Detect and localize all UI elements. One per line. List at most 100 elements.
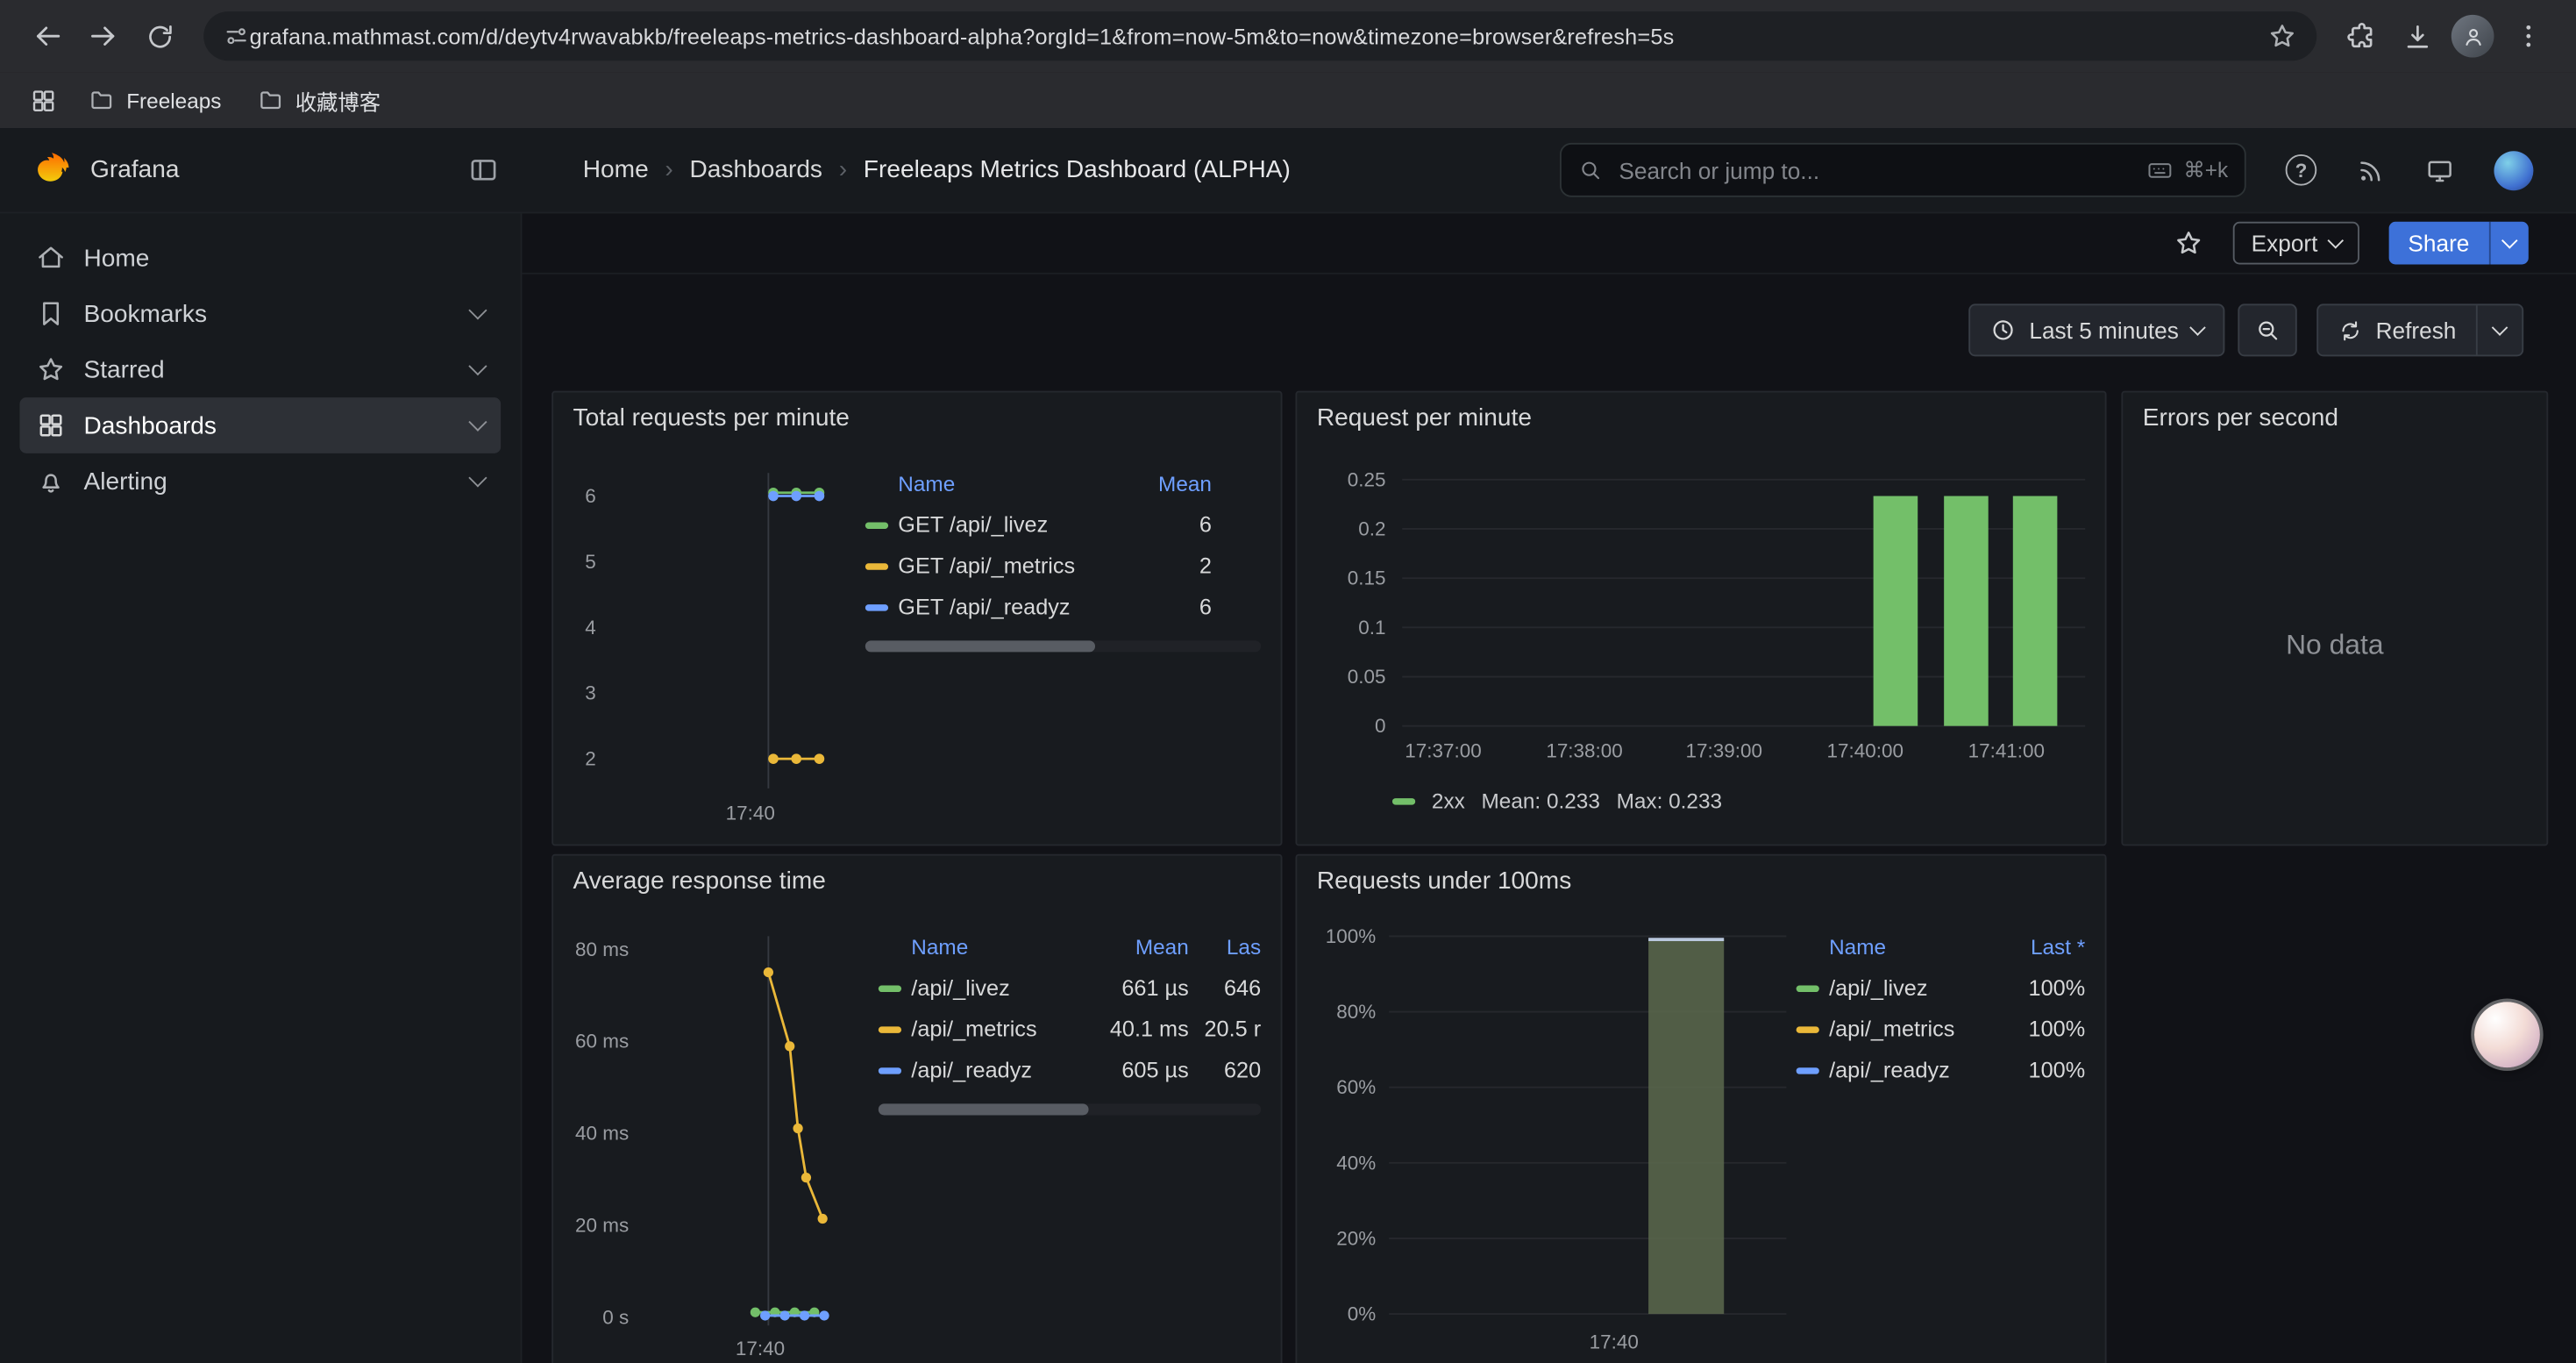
chevron-down-icon[interactable]: [468, 413, 487, 432]
refresh-interval-caret[interactable]: [2476, 305, 2522, 354]
back-button[interactable]: [19, 8, 75, 64]
sidebar-item-starred[interactable]: Starred: [19, 342, 501, 398]
sidebar-item-bookmarks[interactable]: Bookmarks: [19, 286, 501, 342]
news-icon[interactable]: [2356, 155, 2386, 185]
panel-title[interactable]: Average response time: [553, 856, 1281, 901]
breadcrumb-dashboards[interactable]: Dashboards: [690, 156, 822, 184]
bookmark-star-icon[interactable]: [2267, 21, 2297, 51]
profile-avatar[interactable]: [2444, 8, 2501, 64]
series-mean: 6: [1120, 595, 1212, 619]
table-row: /api/_livez 100%: [1797, 967, 2086, 1009]
line-plot: [642, 923, 879, 1333]
sidebar-item-label: Dashboards: [84, 411, 217, 439]
scrollbar-thumb[interactable]: [865, 640, 1095, 652]
bookmark-folder-blog[interactable]: 收藏博客: [245, 78, 394, 123]
extensions-icon[interactable]: [2333, 8, 2389, 64]
user-avatar[interactable]: [2494, 150, 2533, 189]
dock-menu-icon[interactable]: [468, 154, 500, 186]
panel-under-100ms: Requests under 100ms 100% 80% 60% 40% 20…: [1295, 854, 2106, 1363]
address-bar[interactable]: grafana.mathmast.com/d/deytv4rwavabkb/fr…: [203, 11, 2316, 61]
panel-title[interactable]: Total requests per minute: [553, 393, 1281, 438]
site-controls-icon[interactable]: [224, 23, 250, 49]
export-button[interactable]: Export: [2233, 222, 2359, 265]
legend-table: Name Mean GET /api/_livez 6 GET /api/_me…: [865, 460, 1261, 844]
downloads-icon[interactable]: [2389, 8, 2445, 64]
series-name[interactable]: /api/_metrics: [1829, 1017, 1990, 1041]
series-name[interactable]: GET /api/_readyz: [898, 595, 1120, 619]
series-mean: 40.1 ms: [1087, 1017, 1189, 1041]
col-last[interactable]: Last *: [1990, 935, 2086, 960]
scrollbar-thumb[interactable]: [879, 1103, 1089, 1115]
favorite-star-icon[interactable]: [2174, 228, 2204, 258]
line-plot: [609, 460, 856, 804]
share-button[interactable]: Share: [2388, 222, 2529, 265]
col-name[interactable]: Name: [1829, 935, 1990, 960]
search-bar[interactable]: ⌘+k: [1560, 143, 2246, 197]
panel-title[interactable]: Requests under 100ms: [1297, 856, 2104, 901]
breadcrumb-home[interactable]: Home: [583, 156, 649, 184]
sidebar-item-dashboards[interactable]: Dashboards: [19, 397, 501, 453]
grafana-header-left: Grafana: [0, 149, 522, 190]
y-tick: 3: [566, 680, 596, 706]
panel-title[interactable]: Request per minute: [1297, 393, 2104, 438]
col-mean[interactable]: Mean: [1087, 935, 1189, 960]
chevron-down-icon[interactable]: [468, 357, 487, 375]
time-range-picker[interactable]: Last 5 minutes: [1968, 303, 2224, 356]
series-last: 100%: [1990, 1017, 2086, 1041]
zoom-out-button[interactable]: [2238, 303, 2296, 356]
table-scrollbar[interactable]: [865, 640, 1261, 652]
y-tick: 20 ms: [566, 1212, 629, 1238]
grafana-brand[interactable]: Grafana: [90, 156, 180, 184]
y-tick: 4: [566, 614, 596, 640]
monitor-icon[interactable]: [2425, 155, 2455, 185]
breadcrumb: Home Dashboards Freeleaps Metrics Dashbo…: [583, 156, 1291, 184]
series-name[interactable]: GET /api/_livez: [898, 512, 1120, 537]
assistant-avatar-overlay[interactable]: [2474, 1002, 2540, 1067]
legend-series-label[interactable]: 2xx: [1432, 789, 1465, 813]
folder-icon: [258, 87, 284, 113]
grafana-logo[interactable]: [32, 149, 74, 190]
refresh-button[interactable]: Refresh: [2318, 305, 2476, 354]
sidebar-item-alerting[interactable]: Alerting: [19, 453, 501, 510]
series-name[interactable]: /api/_readyz: [911, 1058, 1086, 1082]
x-tick: 17:40: [701, 802, 800, 824]
col-mean[interactable]: Mean: [1120, 471, 1212, 496]
sidebar-item-home[interactable]: Home: [19, 230, 501, 286]
reload-button[interactable]: [132, 8, 188, 64]
search-input[interactable]: [1616, 155, 2146, 185]
bookmark-label: Freeleaps: [126, 88, 221, 112]
breadcrumb-separator: [822, 156, 864, 184]
browser-window: grafana.mathmast.com/d/deytv4rwavabkb/fr…: [0, 0, 2576, 1363]
apps-grid-icon[interactable]: [19, 77, 65, 123]
table-scrollbar[interactable]: [879, 1103, 1261, 1115]
legend-table-header: Name Mean Las: [879, 926, 1261, 967]
x-tick: 17:40: [711, 1337, 809, 1359]
no-data-message: No data: [2123, 629, 2546, 661]
series-name[interactable]: /api/_livez: [911, 975, 1086, 1000]
col-last[interactable]: Las: [1189, 935, 1261, 960]
y-tick: 2: [566, 746, 596, 772]
series-last: 646: [1189, 975, 1261, 1000]
x-tick: 17:40: [1565, 1331, 1663, 1353]
chevron-down-icon[interactable]: [468, 301, 487, 319]
panel-title[interactable]: Errors per second: [2123, 393, 2546, 438]
legend-table: Name Last * /api/_livez 100% /api/_metri…: [1797, 923, 2086, 1363]
table-row: /api/_metrics 40.1 ms 20.5 r: [879, 1009, 1261, 1050]
series-name[interactable]: /api/_livez: [1829, 975, 1990, 1000]
forward-button[interactable]: [75, 8, 132, 64]
series-name[interactable]: /api/_readyz: [1829, 1058, 1990, 1082]
series-name[interactable]: /api/_metrics: [911, 1017, 1086, 1041]
share-caret[interactable]: [2489, 222, 2529, 265]
bookmark-folder-freeleaps[interactable]: Freeleaps: [75, 81, 234, 120]
col-name[interactable]: Name: [898, 471, 1120, 496]
url-text[interactable]: grafana.mathmast.com/d/deytv4rwavabkb/fr…: [250, 24, 2267, 48]
chart-legend: 2xx Mean: 0.233 Max: 0.233: [1392, 789, 2085, 813]
home-icon: [36, 243, 66, 273]
browser-menu-icon[interactable]: [2501, 8, 2557, 64]
col-name[interactable]: Name: [911, 935, 1086, 960]
help-icon[interactable]: ?: [2286, 154, 2317, 186]
series-name[interactable]: GET /api/_metrics: [898, 553, 1120, 578]
chevron-down-icon[interactable]: [468, 468, 487, 487]
legend-mean: Mean: 0.233: [1482, 789, 1600, 813]
share-label[interactable]: Share: [2388, 222, 2489, 265]
